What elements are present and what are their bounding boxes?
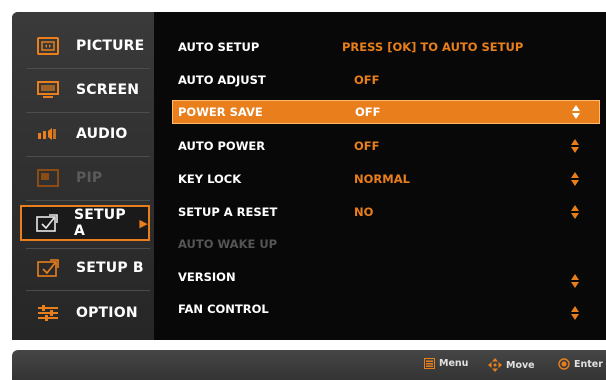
footer-menu-hint: Menu (424, 358, 468, 369)
sidebar-item-label: SETUP B (76, 260, 144, 276)
enter-icon (558, 358, 570, 370)
menu-row-power-save[interactable]: POWER SAVE OFF (172, 100, 600, 124)
divider (26, 200, 150, 201)
sidebar-item-label: SETUP A (74, 207, 126, 239)
menu-row-auto-wake-up: AUTO WAKE UP (166, 232, 606, 256)
menu-row-key-lock[interactable]: KEY LOCK NORMAL (166, 167, 606, 191)
up-down-arrow-icon[interactable] (570, 171, 580, 187)
osd-panel: PICTURE SCREEN AUDIO PIP SETUP A ▶ SETUP… (12, 12, 606, 340)
footer-menu-label: Menu (439, 358, 469, 369)
sidebar-item-setup-a[interactable]: SETUP A ▶ (20, 205, 150, 241)
menu-row-auto-power[interactable]: AUTO POWER OFF (166, 134, 606, 158)
sidebar-item-label: AUDIO (76, 126, 128, 142)
row-value: NO (354, 205, 374, 219)
sidebar-item-label: OPTION (76, 305, 138, 321)
setup-b-icon (36, 258, 60, 278)
menu-icon (424, 358, 435, 369)
divider (26, 156, 150, 157)
up-down-arrow-icon[interactable] (570, 273, 580, 289)
up-down-arrow-icon[interactable] (570, 204, 580, 220)
arrow-right-icon: ▶ (139, 216, 148, 230)
row-label: SETUP A RESET (178, 205, 278, 219)
row-label: AUTO SETUP (178, 40, 260, 54)
row-label: VERSION (178, 270, 236, 284)
row-label: FAN CONTROL (178, 302, 269, 316)
sidebar-item-pip: PIP (20, 160, 150, 196)
footer-move-hint: Move (488, 358, 535, 372)
up-down-arrow-icon[interactable] (571, 104, 581, 120)
row-value: PRESS [OK] TO AUTO SETUP (342, 40, 524, 54)
sidebar: PICTURE SCREEN AUDIO PIP SETUP A ▶ SETUP… (12, 12, 154, 340)
sidebar-item-picture[interactable]: PICTURE (20, 28, 150, 64)
row-label: POWER SAVE (178, 105, 263, 119)
picture-icon (36, 36, 60, 56)
divider (26, 248, 150, 249)
up-down-arrow-icon[interactable] (570, 138, 580, 154)
footer-bar: Menu Move Enter (12, 350, 606, 380)
sidebar-item-label: SCREEN (76, 82, 140, 98)
menu-row-setup-a-reset[interactable]: SETUP A RESET NO (166, 200, 606, 224)
up-down-arrow-icon[interactable] (570, 305, 580, 321)
sidebar-item-option[interactable]: OPTION (20, 295, 150, 331)
divider (26, 68, 150, 69)
footer-enter-label: Enter (574, 358, 603, 370)
menu-row-auto-setup[interactable]: AUTO SETUP PRESS [OK] TO AUTO SETUP (166, 35, 606, 59)
row-label: AUTO WAKE UP (178, 237, 278, 251)
footer-enter-hint: Enter (558, 358, 603, 370)
screen-icon (36, 80, 60, 100)
sidebar-item-label: PIP (76, 170, 103, 186)
sidebar-item-label: PICTURE (76, 38, 145, 54)
row-value: OFF (355, 105, 381, 119)
divider (26, 290, 150, 291)
pip-icon (36, 168, 60, 188)
row-value: OFF (354, 73, 380, 87)
footer-move-label: Move (506, 359, 535, 371)
option-icon (36, 303, 60, 323)
row-label: AUTO POWER (178, 139, 266, 153)
row-value: NORMAL (354, 172, 410, 186)
audio-icon (36, 124, 60, 144)
sidebar-item-screen[interactable]: SCREEN (20, 72, 150, 108)
move-icon (488, 358, 502, 372)
menu-row-version[interactable]: VERSION (166, 265, 606, 289)
setup-a-icon (36, 213, 58, 233)
row-value: OFF (354, 139, 380, 153)
menu-row-auto-adjust[interactable]: AUTO ADJUST OFF (166, 68, 606, 92)
row-label: AUTO ADJUST (178, 73, 266, 87)
divider (26, 112, 150, 113)
row-label: KEY LOCK (178, 172, 242, 186)
sidebar-item-audio[interactable]: AUDIO (20, 116, 150, 152)
sidebar-item-setup-b[interactable]: SETUP B (20, 250, 150, 286)
menu-row-fan-control[interactable]: FAN CONTROL (166, 297, 606, 321)
